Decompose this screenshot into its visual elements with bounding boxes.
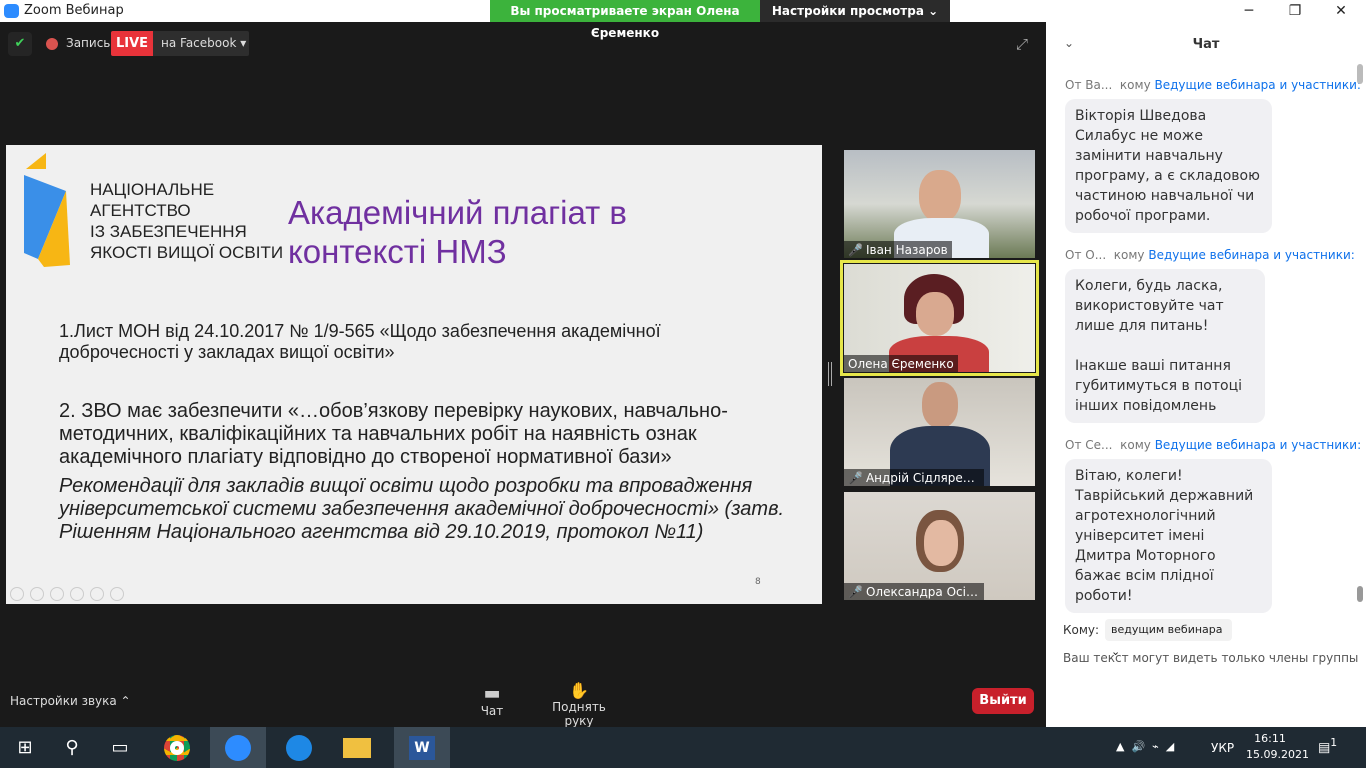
prev-slide-icon[interactable]	[10, 587, 24, 601]
record-icon	[46, 38, 58, 50]
to-label: кому	[1119, 78, 1151, 92]
sender: От Се...	[1065, 438, 1113, 452]
screen-share-banner: Вы просматриваете экран Олена Єременко	[490, 0, 760, 40]
message-header: От Се... кому Ведущие вебинара и участни…	[1065, 438, 1361, 452]
more-icon[interactable]	[110, 587, 124, 601]
hand-icon: ✋	[569, 681, 589, 700]
chat-title: Чат	[1192, 37, 1220, 52]
to-label: кому	[1120, 438, 1151, 452]
chat-button-label: Чат	[480, 704, 504, 718]
slide-title: Академічний плагіат в контексті НМЗ	[288, 193, 627, 271]
search-icon[interactable]: ⚲	[47, 727, 97, 768]
participant-name-text: Олександра Осіпова	[865, 585, 984, 599]
participant-name: 🎤 Олександра Осіпова	[844, 583, 984, 600]
video-tile[interactable]: 🎤 Іван Назаров	[844, 150, 1035, 258]
app-taskbar-icon[interactable]	[274, 727, 324, 768]
participant-name: 🎤 Іван Назаров	[844, 241, 952, 258]
recipient-dropdown[interactable]: ведущим вебинара ⌄	[1105, 619, 1232, 658]
chrome-icon[interactable]	[152, 727, 202, 768]
chat-bubble-icon: ▬	[483, 683, 501, 704]
file-explorer-icon[interactable]	[332, 727, 382, 768]
view-settings-button[interactable]: Настройки просмотра ⌄	[760, 0, 950, 22]
shared-slide: НАЦІОНАЛЬНЕ АГЕНТСТВО ІЗ ЗАБЕЗПЕЧЕННЯ ЯК…	[6, 145, 822, 604]
slide-recommendation: Рекомендації для закладів вищої освіти щ…	[59, 475, 785, 543]
task-view-icon[interactable]: ▭	[95, 727, 145, 768]
zoom-logo-icon	[4, 4, 19, 18]
slide-point-2: 2. ЗВО має забезпечити «…обов’язкову пер…	[59, 400, 728, 468]
language-indicator[interactable]: УКР	[1211, 741, 1234, 755]
recipient-label: Кому:	[1063, 623, 1100, 637]
security-shield-icon[interactable]: ✔	[8, 32, 32, 56]
slide-point-1: 1.Лист МОН від 24.10.2017 № 1/9-565 «Щод…	[59, 321, 661, 362]
audio-settings-button[interactable]: Настройки звука ⌃	[10, 694, 131, 708]
participant-name-text: Іван Назаров	[865, 243, 948, 257]
windows-start-icon[interactable]: ⊞	[0, 727, 50, 768]
recipient-link[interactable]: Ведущие вебинара и участники:	[1155, 438, 1361, 452]
agency-name: НАЦІОНАЛЬНЕ АГЕНТСТВО ІЗ ЗАБЕЗПЕЧЕННЯ ЯК…	[90, 179, 283, 263]
slide-page-number: 8	[755, 577, 761, 587]
next-slide-icon[interactable]	[30, 587, 44, 601]
close-button[interactable]: ✕	[1318, 0, 1364, 22]
sender: От Ва...	[1065, 78, 1113, 92]
chat-message: Вікторія Шведова Силабус не може замінит…	[1065, 99, 1272, 233]
participant-name: 🎤 Андрій Сідляренко	[844, 469, 984, 486]
recipient-link[interactable]: Ведущие вебинара и участники:	[1155, 78, 1361, 92]
minimize-button[interactable]: ─	[1226, 0, 1272, 22]
maximize-button[interactable]: ❐	[1272, 0, 1318, 22]
zoom-taskbar-icon[interactable]	[210, 727, 266, 768]
panel-resize-handle[interactable]	[828, 362, 832, 386]
notifications-icon[interactable]: ▤1	[1318, 736, 1337, 755]
window-title: Zoom Вебинар	[24, 3, 124, 18]
participant-name: Олена Єременко	[844, 355, 958, 372]
muted-mic-icon: 🎤	[848, 585, 863, 599]
participant-name-text: Олена Єременко	[848, 357, 954, 371]
org-line: НАЦІОНАЛЬНЕ	[90, 180, 215, 199]
org-line: ЯКОСТІ ВИЩОЇ ОСВІТИ	[90, 243, 284, 262]
tray-icons[interactable]: ▲ 🔊 ⌁ ◢	[1116, 740, 1174, 753]
agency-logo-icon	[24, 153, 70, 267]
participant-name-text: Андрій Сідляренко	[865, 471, 984, 485]
video-tile[interactable]: 🎤 Андрій Сідляренко	[844, 378, 1035, 486]
notification-count: 1	[1330, 736, 1338, 749]
chat-scrollbar[interactable]	[1356, 64, 1364, 604]
live-target-dropdown[interactable]: на Facebook ▾	[153, 31, 249, 56]
recipient-link[interactable]: Ведущие вебинара и участники:	[1148, 248, 1354, 262]
chat-message: Колеги, будь ласка, використовуйте чат л…	[1065, 269, 1265, 423]
message-header: От Ва... кому Ведущие вебинара и участни…	[1065, 78, 1361, 92]
muted-mic-icon: 🎤	[848, 243, 863, 257]
chat-visibility-note: Ваш текст могут видеть только члены груп…	[1063, 651, 1359, 665]
raise-hand-label: Поднять руку	[552, 700, 606, 728]
fullscreen-icon[interactable]: ⤢	[1016, 35, 1028, 53]
video-tile-active-speaker[interactable]: Олена Єременко	[840, 260, 1039, 376]
live-badge: LIVE	[111, 31, 153, 56]
org-line: АГЕНТСТВО	[90, 201, 191, 220]
leave-button[interactable]: Выйти	[972, 688, 1034, 714]
raise-hand-button[interactable]: ✋ Поднять руку	[536, 681, 622, 728]
chat-button[interactable]: ▬ Чат	[470, 683, 514, 718]
slide-title-line: Академічний плагіат в	[288, 194, 627, 231]
slide-title-line: контексті НМЗ	[288, 233, 507, 270]
video-tile[interactable]: 🎤 Олександра Осіпова	[844, 492, 1035, 600]
zoom-icon[interactable]	[90, 587, 104, 601]
chat-message: Вітаю, колеги! Таврійський державний агр…	[1065, 459, 1272, 613]
org-line: ІЗ ЗАБЕЗПЕЧЕННЯ	[90, 222, 247, 241]
word-icon[interactable]: W	[394, 727, 450, 768]
slides-icon[interactable]	[70, 587, 84, 601]
record-label[interactable]: Запись	[66, 36, 110, 50]
pen-icon[interactable]	[50, 587, 64, 601]
time: 16:11	[1254, 732, 1286, 745]
muted-mic-icon: 🎤	[848, 471, 863, 485]
clock[interactable]: 16:11 15.09.2021	[1246, 731, 1309, 763]
to-label: кому	[1113, 248, 1145, 262]
date: 15.09.2021	[1246, 748, 1309, 761]
sender: От О...	[1065, 248, 1107, 262]
message-header: От О... кому Ведущие вебинара и участник…	[1065, 248, 1355, 262]
